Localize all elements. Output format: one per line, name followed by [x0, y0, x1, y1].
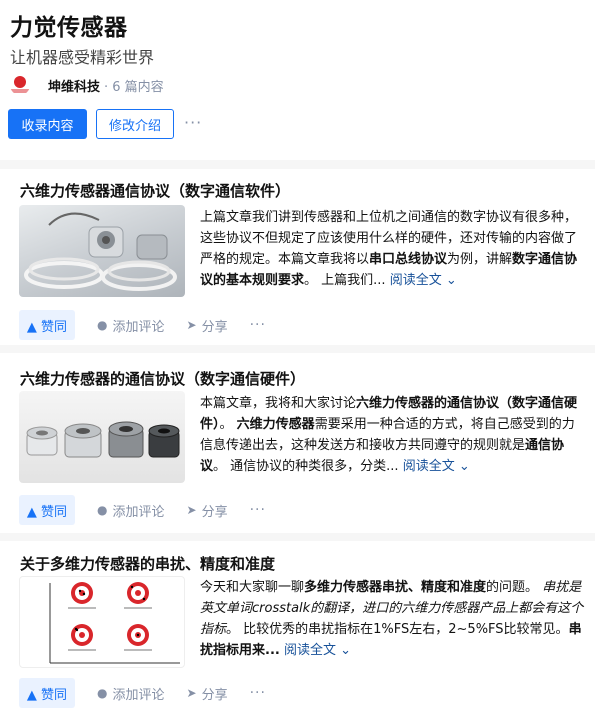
- more-icon[interactable]: ···: [250, 685, 266, 701]
- article-title[interactable]: 六维力传感器的通信协议（数字通信硬件）: [20, 368, 305, 389]
- read-more-link[interactable]: 阅读全文 ⌄: [390, 273, 457, 288]
- share-icon: ➤: [186, 503, 197, 517]
- column-description: 让机器感受精彩世界: [10, 48, 155, 67]
- article-actions: ▲ 赞同 ● 添加评论 ➤ 分享 ···: [19, 310, 266, 340]
- share-icon: ➤: [186, 686, 197, 700]
- upvote-button[interactable]: ▲ 赞同: [19, 678, 75, 708]
- article-excerpt[interactable]: 上篇文章我们讲到传感器和上位机之间通信的数字协议有很多种，这些协议不但规定了应该…: [200, 207, 586, 291]
- article-thumbnail[interactable]: [19, 391, 185, 483]
- comment-button[interactable]: ● 添加评论: [97, 501, 165, 520]
- author-avatar[interactable]: [10, 75, 30, 95]
- article-thumbnail[interactable]: [19, 205, 185, 297]
- more-icon[interactable]: ···: [250, 317, 266, 333]
- collect-content-button[interactable]: 收录内容: [8, 109, 87, 139]
- read-more-link[interactable]: 阅读全文 ⌄: [403, 459, 470, 474]
- article-excerpt[interactable]: 本篇文章，我将和大家讨论六维力传感器的通信协议（数字通信硬件）。 六维力传感器需…: [200, 393, 586, 477]
- comment-button[interactable]: ● 添加评论: [97, 684, 165, 703]
- share-button[interactable]: ➤ 分享: [187, 316, 228, 335]
- column-header: 力觉传感器 让机器感受精彩世界 坤维科技 · 6 篇内容 收录内容 修改介绍 ·…: [0, 0, 595, 160]
- upvote-button[interactable]: ▲ 赞同: [19, 495, 75, 525]
- article-title[interactable]: 六维力传感器通信协议（数字通信软件）: [20, 180, 290, 201]
- comment-icon: ●: [97, 503, 108, 517]
- article-count: · 6 篇内容: [104, 79, 164, 95]
- share-button[interactable]: ➤ 分享: [187, 501, 228, 520]
- article-title[interactable]: 关于多维力传感器的串扰、精度和准度: [20, 553, 275, 574]
- sensor-row-image: [26, 421, 180, 458]
- share-button[interactable]: ➤ 分享: [187, 684, 228, 703]
- sensor-cables-image: [24, 212, 177, 291]
- accuracy-targets-image: [49, 582, 180, 664]
- column-author: 坤维科技 · 6 篇内容: [10, 73, 164, 97]
- comment-icon: ●: [97, 318, 108, 332]
- column-title: 力觉传感器: [10, 15, 128, 41]
- article-card: 关于多维力传感器的串扰、精度和准度 今天和大家聊一聊多维力传感器串扰、精度和准度…: [0, 541, 595, 722]
- article-actions: ▲ 赞同 ● 添加评论 ➤ 分享 ···: [19, 678, 266, 708]
- article-actions: ▲ 赞同 ● 添加评论 ➤ 分享 ···: [19, 495, 266, 525]
- read-more-link[interactable]: 阅读全文 ⌄: [284, 643, 351, 658]
- comment-icon: ●: [97, 686, 108, 700]
- share-icon: ➤: [186, 318, 197, 332]
- article-card: 六维力传感器通信协议（数字通信软件） 上篇文章我们讲到传感器和上位机之间通信的数…: [0, 169, 595, 345]
- upvote-button[interactable]: ▲ 赞同: [19, 310, 75, 340]
- comment-button[interactable]: ● 添加评论: [97, 316, 165, 335]
- article-excerpt[interactable]: 今天和大家聊一聊多维力传感器串扰、精度和准度的问题。 串扰是英文单词crosst…: [200, 577, 586, 661]
- logo-mark-icon: [14, 76, 26, 88]
- edit-intro-button[interactable]: 修改介绍: [96, 109, 174, 139]
- more-options-icon[interactable]: ···: [184, 113, 202, 132]
- logo-text-icon: [10, 89, 30, 93]
- article-card: 六维力传感器的通信协议（数字通信硬件） 本篇文章，我将和大家讨论六维力传感器的通…: [0, 353, 595, 533]
- article-thumbnail[interactable]: [19, 576, 185, 668]
- author-name[interactable]: 坤维科技: [48, 76, 100, 95]
- more-icon[interactable]: ···: [250, 502, 266, 518]
